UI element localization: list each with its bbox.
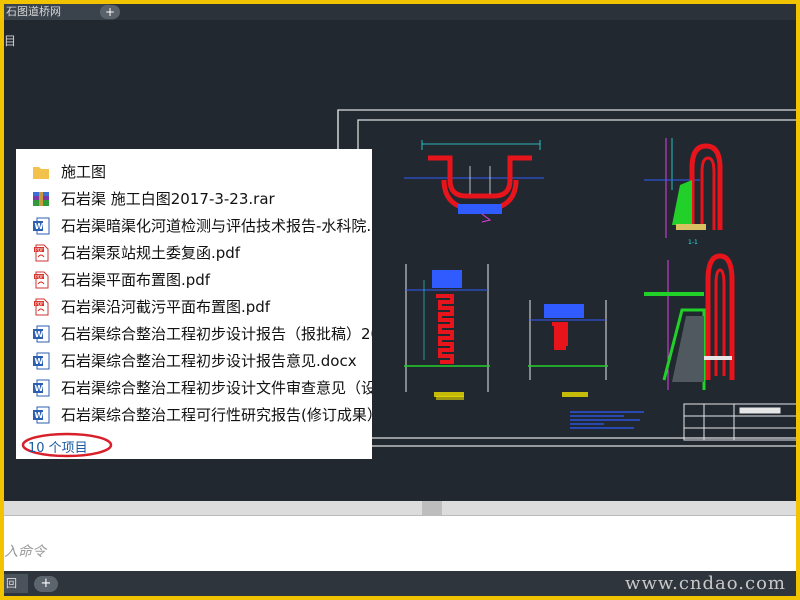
section-vertical-shaft-middle — [528, 300, 608, 397]
file-name: 施工图 — [61, 163, 107, 181]
section-vertical-shaft-left — [404, 264, 490, 397]
new-tab-button[interactable]: + — [100, 5, 120, 19]
file-name: 石岩渠综合整治工程初步设计文件审查意见（设计 — [61, 379, 372, 397]
layout-tab[interactable]: 回 — [4, 574, 28, 593]
list-item[interactable]: W 石岩渠综合整治工程可行性研究报告(修订成果） — [32, 402, 372, 428]
word-doc-icon: W — [33, 352, 50, 370]
file-name: 石岩渠平面布置图.pdf — [61, 271, 211, 289]
folder-icon — [33, 167, 49, 179]
list-item[interactable]: W 石岩渠综合整治工程初步设计报告意见.docx — [32, 348, 372, 374]
list-item[interactable]: PDF 石岩渠泵站规土委复函.pdf — [32, 240, 372, 266]
section-caption — [436, 396, 464, 400]
word-doc-icon: W — [33, 325, 50, 343]
file-name: 石岩渠综合整治工程可行性研究报告(修订成果） — [61, 406, 372, 424]
list-item[interactable]: W 石岩渠暗渠化河道检测与评估技术报告-水科院.docx — [32, 213, 372, 239]
title-block — [683, 403, 796, 441]
command-prompt: 入命令 — [4, 544, 46, 560]
svg-text:W: W — [35, 384, 44, 393]
pdf-icon: PDF — [34, 298, 49, 316]
layout-tab-bar: 回 + www.cndao.com — [4, 571, 796, 596]
svg-text:W: W — [35, 330, 44, 339]
rar-archive-icon — [33, 192, 49, 206]
file-list-panel: 施工图 石岩渠 施工白图2017-3-23.rar W 石岩渠暗渠化河道检测与评… — [16, 149, 372, 459]
app-window: 石图道桥网 + 目 1-1 施工图 石岩渠 施工白图2017-3-23.rar … — [4, 4, 796, 596]
list-item[interactable]: W 石岩渠综合整治工程初步设计报告（报批稿）2017 — [32, 321, 372, 347]
scrollbar-thumb[interactable] — [422, 501, 442, 515]
svg-text:PDF: PDF — [35, 302, 44, 308]
drawing-notes — [570, 411, 644, 429]
document-tab-strip: 石图道桥网 + — [4, 4, 796, 20]
new-layout-button[interactable]: + — [34, 576, 58, 592]
svg-text:W: W — [35, 222, 44, 231]
list-item[interactable]: PDF 石岩渠平面布置图.pdf — [32, 267, 372, 293]
svg-text:W: W — [35, 357, 44, 366]
svg-text:1-1: 1-1 — [688, 239, 698, 246]
section-channel-u — [404, 140, 544, 223]
list-item[interactable]: PDF 石岩渠沿河截污平面布置图.pdf — [32, 294, 372, 320]
document-tab[interactable]: 石图道桥网 — [4, 4, 114, 20]
list-item[interactable]: 施工图 — [32, 159, 372, 185]
section-retaining-wall-lower — [644, 253, 735, 390]
watermark: www.cndao.com — [625, 573, 786, 594]
list-item[interactable]: 石岩渠 施工白图2017-3-23.rar — [32, 186, 372, 212]
file-name: 石岩渠暗渠化河道检测与评估技术报告-水科院.docx — [61, 217, 372, 235]
word-doc-icon: W — [33, 406, 50, 424]
pdf-icon: PDF — [34, 244, 49, 262]
list-item[interactable]: W 石岩渠综合整治工程初步设计文件审查意见（设计 — [32, 375, 372, 401]
item-count-status: 10 个项目 — [28, 441, 88, 456]
pdf-icon: PDF — [34, 271, 49, 289]
svg-text:PDF: PDF — [35, 275, 44, 281]
section-retaining-wall-upper: 1-1 — [644, 138, 723, 246]
word-doc-icon: W — [33, 217, 50, 235]
file-name: 石岩渠沿河截污平面布置图.pdf — [61, 298, 271, 316]
word-doc-icon: W — [33, 379, 50, 397]
svg-text:PDF: PDF — [35, 248, 44, 254]
file-name: 石岩渠 施工白图2017-3-23.rar — [61, 190, 275, 208]
file-name: 石岩渠综合整治工程初步设计报告（报批稿）2017 — [61, 325, 372, 343]
svg-text:W: W — [35, 411, 44, 420]
file-name: 石岩渠综合整治工程初步设计报告意见.docx — [61, 352, 357, 370]
horizontal-scrollbar[interactable] — [4, 501, 796, 515]
command-line[interactable]: 入命令 — [4, 515, 796, 572]
file-name: 石岩渠泵站规土委复函.pdf — [61, 244, 241, 262]
